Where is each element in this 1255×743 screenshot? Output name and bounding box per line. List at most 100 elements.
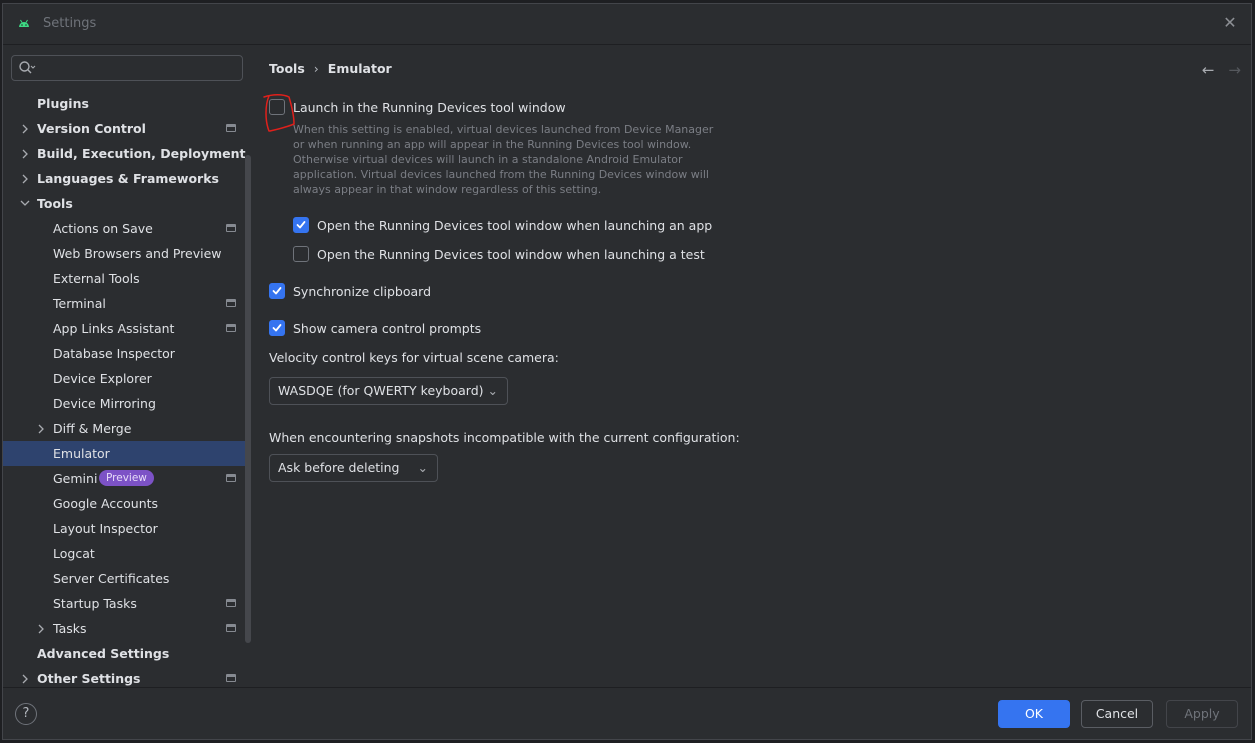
- chevron-right-icon[interactable]: [35, 416, 47, 441]
- project-level-icon: [226, 224, 236, 232]
- title-bar: Settings ✕: [3, 4, 1251, 45]
- velocity-keys-value: WASDQE (for QWERTY keyboard): [278, 383, 484, 398]
- sidebar-item-external-tools[interactable]: External Tools: [3, 266, 251, 291]
- breadcrumb-parent[interactable]: Tools: [269, 61, 305, 76]
- sidebar-item-label: External Tools: [53, 271, 140, 286]
- open-when-launching-test-row: Open the Running Devices tool window whe…: [293, 246, 705, 262]
- snapshots-dropdown[interactable]: Ask before deleting ⌄: [269, 454, 438, 482]
- sidebar-item-build-execution-deployment[interactable]: Build, Execution, Deployment: [3, 141, 251, 166]
- sidebar-item-label: Build, Execution, Deployment: [37, 146, 246, 161]
- open-when-launching-app-row: Open the Running Devices tool window whe…: [293, 217, 712, 233]
- sidebar-item-label: Gemini: [53, 471, 98, 486]
- project-level-icon: [226, 599, 236, 607]
- launch-in-running-devices-label: Launch in the Running Devices tool windo…: [293, 99, 566, 115]
- navigation-arrows: ← →: [1188, 61, 1241, 79]
- launch-in-running-devices-row: Launch in the Running Devices tool windo…: [269, 99, 566, 115]
- sidebar-item-languages-frameworks[interactable]: Languages & Frameworks: [3, 166, 251, 191]
- android-icon: [19, 19, 29, 27]
- checkmark-icon: [296, 221, 306, 229]
- close-icon[interactable]: ✕: [1219, 12, 1241, 34]
- show-camera-prompts-label: Show camera control prompts: [293, 320, 482, 336]
- sidebar-item-google-accounts[interactable]: Google Accounts: [3, 491, 251, 516]
- sidebar-scrollbar[interactable]: [245, 155, 251, 643]
- search-input[interactable]: [11, 55, 243, 81]
- breadcrumb-current: Emulator: [327, 61, 392, 76]
- sidebar-item-startup-tasks[interactable]: Startup Tasks: [3, 591, 251, 616]
- open-when-launching-test-label: Open the Running Devices tool window whe…: [317, 246, 705, 262]
- open-when-launching-app-label: Open the Running Devices tool window whe…: [317, 217, 713, 233]
- sidebar-item-terminal[interactable]: Terminal: [3, 291, 251, 316]
- chevron-right-icon: ›: [313, 61, 319, 76]
- sidebar-item-label: Server Certificates: [53, 571, 170, 586]
- breadcrumb: Tools › Emulator: [269, 61, 392, 76]
- sidebar-item-advanced-settings[interactable]: Advanced Settings: [3, 641, 251, 666]
- sidebar-item-diff-merge[interactable]: Diff & Merge: [3, 416, 251, 441]
- chevron-down-icon: ⌄: [487, 383, 498, 398]
- sidebar-item-label: Languages & Frameworks: [37, 171, 219, 186]
- sidebar-item-label: Advanced Settings: [37, 646, 170, 661]
- sidebar-item-emulator[interactable]: Emulator: [3, 441, 251, 466]
- sidebar-item-label: Version Control: [37, 121, 146, 136]
- red-annotation-mark: [263, 94, 295, 132]
- sidebar-item-label: Layout Inspector: [53, 521, 158, 536]
- sidebar-item-label: Plugins: [37, 96, 89, 111]
- search-icon: [19, 61, 36, 74]
- sidebar-item-label: Diff & Merge: [53, 421, 132, 436]
- velocity-keys-label: Velocity control keys for virtual scene …: [269, 350, 559, 365]
- sidebar-item-tools[interactable]: Tools: [3, 191, 251, 216]
- project-level-icon: [226, 299, 236, 307]
- dialog-footer: ? OK Cancel Apply: [3, 687, 1251, 739]
- snapshots-label: When encountering snapshots incompatible…: [269, 430, 740, 445]
- settings-window: Settings ✕ Plugins Version Control Build, …: [2, 3, 1252, 740]
- forward-arrow-icon[interactable]: →: [1228, 61, 1241, 79]
- sidebar-item-version-control[interactable]: Version Control: [3, 116, 251, 141]
- open-when-launching-app-checkbox[interactable]: [293, 217, 309, 233]
- sidebar-item-database-inspector[interactable]: Database Inspector: [3, 341, 251, 366]
- cancel-button[interactable]: Cancel: [1081, 700, 1153, 728]
- sidebar-item-label: Tasks: [53, 621, 87, 636]
- sidebar-item-label: Database Inspector: [53, 346, 175, 361]
- chevron-right-icon[interactable]: [35, 616, 47, 641]
- sidebar-item-web-browsers-and-preview[interactable]: Web Browsers and Preview: [3, 241, 251, 266]
- sidebar-item-label: Tools: [37, 196, 73, 211]
- open-when-launching-test-checkbox[interactable]: [293, 246, 309, 262]
- chevron-right-icon[interactable]: [19, 141, 31, 166]
- apply-button[interactable]: Apply: [1166, 700, 1238, 728]
- sidebar-item-label: Google Accounts: [53, 496, 159, 511]
- sidebar-item-logcat[interactable]: Logcat: [3, 541, 251, 566]
- chevron-down-icon[interactable]: [19, 191, 31, 216]
- synchronize-clipboard-label: Synchronize clipboard: [293, 283, 432, 299]
- ok-button[interactable]: OK: [998, 700, 1070, 728]
- sidebar-item-tasks[interactable]: Tasks: [3, 616, 251, 641]
- sidebar-item-label: Terminal: [53, 296, 106, 311]
- chevron-right-icon[interactable]: [19, 116, 31, 141]
- sidebar-item-device-explorer[interactable]: Device Explorer: [3, 366, 251, 391]
- window-title: Settings: [43, 16, 97, 31]
- sidebar-item-server-certificates[interactable]: Server Certificates: [3, 566, 251, 591]
- project-level-icon: [226, 624, 236, 632]
- project-level-icon: [226, 324, 236, 332]
- sidebar-item-device-mirroring[interactable]: Device Mirroring: [3, 391, 251, 416]
- sidebar-item-plugins[interactable]: Plugins: [3, 91, 251, 116]
- show-camera-prompts-checkbox[interactable]: [269, 320, 285, 336]
- sidebar-item-gemini[interactable]: Gemini Preview: [3, 466, 251, 491]
- velocity-keys-dropdown[interactable]: WASDQE (for QWERTY keyboard) ⌄: [269, 377, 508, 405]
- sidebar-item-label: Emulator: [53, 446, 110, 461]
- project-level-icon: [226, 124, 236, 132]
- sidebar-item-actions-on-save[interactable]: Actions on Save: [3, 216, 251, 241]
- sidebar-item-label: Device Mirroring: [53, 396, 156, 411]
- back-arrow-icon[interactable]: ←: [1202, 61, 1215, 79]
- chevron-right-icon[interactable]: [19, 166, 31, 191]
- synchronize-clipboard-checkbox[interactable]: [269, 283, 285, 299]
- sidebar-item-label: Logcat: [53, 546, 95, 561]
- help-button[interactable]: ?: [15, 703, 37, 725]
- sidebar-item-label: Device Explorer: [53, 371, 152, 386]
- sidebar-item-label: App Links Assistant: [53, 321, 175, 336]
- chevron-down-icon: ⌄: [417, 460, 428, 475]
- sidebar-item-layout-inspector[interactable]: Layout Inspector: [3, 516, 251, 541]
- snapshots-value: Ask before deleting: [278, 460, 400, 475]
- project-level-icon: [226, 674, 236, 682]
- checkmark-icon: [272, 287, 282, 295]
- sidebar-item-app-links-assistant[interactable]: App Links Assistant: [3, 316, 251, 341]
- launch-description: When this setting is enabled, virtual de…: [293, 123, 714, 196]
